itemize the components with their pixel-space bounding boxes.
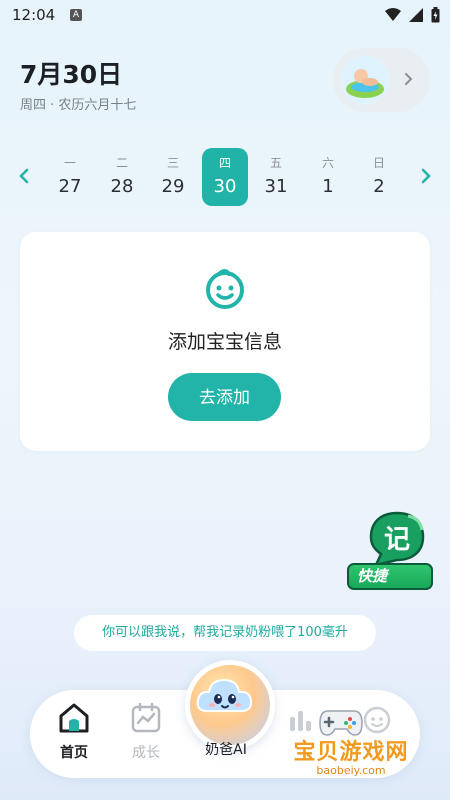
- quick-bubble-text: 记: [384, 525, 410, 555]
- baby-avatar-button[interactable]: [333, 48, 430, 112]
- tab-growth-label: 成长: [132, 745, 160, 761]
- weekday-label: 一: [63, 156, 76, 170]
- day-cell[interactable]: 日 2: [356, 148, 402, 206]
- baby-face-icon: [206, 269, 244, 309]
- quick-record-button[interactable]: 记 快捷: [342, 510, 437, 595]
- quick-bubble-icon: 记: [369, 511, 425, 566]
- day-number: 2: [373, 176, 385, 197]
- record-chart-icon[interactable]: [285, 703, 321, 735]
- day-cell[interactable]: 六 1: [305, 148, 351, 206]
- weekday-label: 日: [372, 156, 385, 170]
- signal-icon: [409, 8, 423, 22]
- watermark-title: 宝贝游戏网: [293, 740, 409, 765]
- weekday-label: 四: [218, 156, 231, 170]
- prev-week-icon[interactable]: [16, 166, 32, 186]
- notification-icon: A: [70, 9, 82, 21]
- day-cell[interactable]: 一 27: [47, 148, 93, 206]
- tab-home-label: 首页: [60, 745, 88, 761]
- quick-label: 快捷: [347, 563, 433, 590]
- day-cell-selected[interactable]: 四 30: [202, 148, 248, 206]
- day-cell[interactable]: 三 29: [150, 148, 196, 206]
- week-calendar: 一 27 二 28 三 29 四 30 五 31 六 1 日 2: [0, 145, 450, 210]
- weekday-label: 六: [321, 156, 334, 170]
- add-baby-button[interactable]: 去添加: [168, 373, 281, 421]
- tab-ai-label: 奶爸AI: [205, 742, 247, 758]
- card-title: 添加宝宝信息: [167, 331, 282, 353]
- weekday-label: 五: [269, 156, 282, 170]
- lunar-date: 周四 · 农历六月十七: [20, 98, 137, 113]
- cloud-mascot-icon: [196, 678, 253, 712]
- tab-growth[interactable]: 成长: [122, 702, 170, 762]
- day-number: 1: [322, 176, 334, 197]
- growth-chart-icon: [131, 702, 161, 733]
- avatar: [341, 56, 389, 104]
- battery-icon: [431, 7, 440, 23]
- day-cell[interactable]: 五 31: [253, 148, 299, 206]
- date-title: 7月30日: [20, 60, 123, 89]
- watermark: 宝贝游戏网 baobeiy.com: [276, 734, 426, 777]
- next-week-icon[interactable]: [418, 166, 434, 186]
- day-number: 27: [58, 176, 82, 197]
- status-icons: [385, 7, 440, 23]
- profile-face-icon[interactable]: [360, 704, 394, 736]
- ai-assistant-button[interactable]: [185, 660, 275, 750]
- day-number: 29: [161, 176, 185, 197]
- day-cell[interactable]: 二 28: [99, 148, 145, 206]
- add-baby-card: 添加宝宝信息 去添加: [20, 232, 430, 451]
- status-bar: 12:04 A: [0, 0, 450, 30]
- wifi-icon: [385, 8, 401, 21]
- chevron-right-icon: [405, 73, 413, 85]
- status-time: 12:04: [12, 6, 56, 24]
- tab-home[interactable]: 首页: [50, 702, 98, 762]
- home-icon: [59, 703, 89, 733]
- weekday-label: 二: [115, 156, 128, 170]
- weekday-label: 三: [166, 156, 179, 170]
- day-number: 30: [213, 176, 237, 197]
- day-number: 28: [110, 176, 134, 197]
- day-number: 31: [264, 176, 288, 197]
- ai-hint-bubble[interactable]: 你可以跟我说，帮我记录奶粉喂了100毫升: [74, 615, 376, 651]
